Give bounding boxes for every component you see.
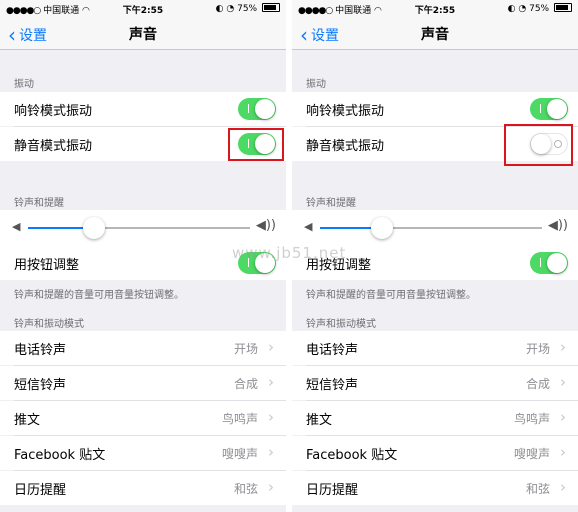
volume-low-icon: ◀ xyxy=(12,220,21,233)
volume-high-icon: ◀)) xyxy=(547,218,568,233)
list-item-ringtone[interactable]: 电话铃声 开场 › xyxy=(0,331,286,365)
battery-icon xyxy=(262,3,280,12)
status-bar: ●●●●○ 中国联通 ◠ 下午2:55 ◐ ◔ 75% xyxy=(292,0,578,17)
list-item-text-tone[interactable]: 短信铃声 合成 › xyxy=(292,366,578,400)
chevron-right-icon: › xyxy=(268,338,274,356)
list-item-calendar[interactable]: 日历提醒 和弦 › xyxy=(0,471,286,505)
chevron-right-icon: › xyxy=(268,408,274,426)
chevron-right-icon: › xyxy=(268,478,274,496)
list-item-label: Facebook 贴文 xyxy=(306,448,398,463)
change-with-buttons-toggle[interactable] xyxy=(530,252,568,274)
list-item-label: 短信铃声 xyxy=(306,378,359,393)
list-item-facebook[interactable]: Facebook 贴文 嗖嗖声 › xyxy=(292,436,578,470)
watermark-text: www.jb51.net xyxy=(232,244,347,262)
status-right: ◐ ◔ 75% xyxy=(508,3,572,14)
ring-vibrate-row: 响铃模式振动 xyxy=(292,92,578,126)
chevron-right-icon: › xyxy=(268,373,274,391)
list-item-label: 推文 xyxy=(306,413,333,428)
list-item-value: 合成 xyxy=(525,377,550,391)
section-header-patterns: 铃声和振动模式 xyxy=(14,319,84,330)
list-item-value: 嗖嗖声 xyxy=(221,447,258,461)
volume-track xyxy=(94,227,250,229)
list-item-facebook[interactable]: Facebook 贴文 嗖嗖声 › xyxy=(0,436,286,470)
volume-high-icon: ◀)) xyxy=(255,218,276,233)
navigation-bar: ‹ 设置 声音 xyxy=(0,17,286,50)
page-title: 声音 xyxy=(421,27,449,43)
ringer-footer-note: 铃声和提醒的音量可用音量按钮调整。 xyxy=(306,290,476,301)
change-with-buttons-label: 用按钮调整 xyxy=(14,258,80,273)
alarm-icon: ◔ xyxy=(518,4,527,14)
section-header-patterns: 铃声和振动模式 xyxy=(306,319,376,330)
volume-track xyxy=(382,227,542,229)
battery-icon xyxy=(554,3,572,12)
chevron-right-icon: › xyxy=(560,443,566,461)
list-item-tweet[interactable]: 推文 鸟鸣声 › xyxy=(0,401,286,435)
alarm-icon: ◔ xyxy=(226,4,235,14)
ring-vibrate-label: 响铃模式振动 xyxy=(14,104,93,119)
section-header-ringer: 铃声和提醒 xyxy=(14,198,64,209)
section-header-vibrate: 振动 xyxy=(14,79,34,90)
list-item-value: 嗖嗖声 xyxy=(513,447,550,461)
silent-vibrate-label: 静音模式振动 xyxy=(306,139,385,154)
volume-slider-thumb[interactable] xyxy=(83,217,105,239)
list-item-tweet[interactable]: 推文 鸟鸣声 › xyxy=(292,401,578,435)
list-item-value: 和弦 xyxy=(233,482,258,496)
chevron-right-icon: › xyxy=(268,443,274,461)
volume-slider-thumb[interactable] xyxy=(371,217,393,239)
list-item-label: 推文 xyxy=(14,413,41,428)
highlight-box xyxy=(504,124,573,166)
list-item-value: 开场 xyxy=(233,342,258,356)
list-item-label: 日历提醒 xyxy=(14,483,67,498)
chevron-right-icon: › xyxy=(560,338,566,356)
ring-vibrate-label: 响铃模式振动 xyxy=(306,104,385,119)
list-item-label: 电话铃声 xyxy=(14,343,67,358)
battery-percent: 75% xyxy=(529,4,550,14)
list-item-value: 鸟鸣声 xyxy=(221,412,258,426)
volume-slider-row: ◀ ◀)) xyxy=(0,210,286,246)
navigation-bar: ‹ 设置 声音 xyxy=(292,17,578,50)
page-title: 声音 xyxy=(129,27,157,43)
list-item-value: 开场 xyxy=(525,342,550,356)
list-item-value: 合成 xyxy=(233,377,258,391)
chevron-right-icon: › xyxy=(560,373,566,391)
section-header-vibrate: 振动 xyxy=(306,79,326,90)
status-right: ◐ ◔ 75% xyxy=(216,3,280,14)
lock-rotation-icon: ◐ xyxy=(215,4,224,14)
chevron-right-icon: › xyxy=(560,478,566,496)
ring-vibrate-toggle[interactable] xyxy=(238,98,276,120)
ringer-footer-note: 铃声和提醒的音量可用音量按钮调整。 xyxy=(14,290,184,301)
list-item-label: 短信铃声 xyxy=(14,378,67,393)
list-item-label: 日历提醒 xyxy=(306,483,359,498)
list-item-value: 鸟鸣声 xyxy=(513,412,550,426)
battery-percent: 75% xyxy=(237,4,258,14)
list-item-label: Facebook 贴文 xyxy=(14,448,106,463)
status-bar: ●●●●○ 中国联通 ◠ 下午2:55 ◐ ◔ 75% xyxy=(0,0,286,17)
ring-vibrate-toggle[interactable] xyxy=(530,98,568,120)
volume-slider-row: ◀ ◀)) xyxy=(292,210,578,246)
ring-vibrate-row: 响铃模式振动 xyxy=(0,92,286,126)
lock-rotation-icon: ◐ xyxy=(507,4,516,14)
list-item-text-tone[interactable]: 短信铃声 合成 › xyxy=(0,366,286,400)
list-item-calendar[interactable]: 日历提醒 和弦 › xyxy=(292,471,578,505)
list-item-label: 电话铃声 xyxy=(306,343,359,358)
list-item-ringtone[interactable]: 电话铃声 开场 › xyxy=(292,331,578,365)
chevron-right-icon: › xyxy=(560,408,566,426)
list-item-value: 和弦 xyxy=(525,482,550,496)
highlight-box xyxy=(228,128,284,161)
section-header-ringer: 铃声和提醒 xyxy=(306,198,356,209)
volume-low-icon: ◀ xyxy=(304,220,313,233)
silent-vibrate-label: 静音模式振动 xyxy=(14,139,93,154)
